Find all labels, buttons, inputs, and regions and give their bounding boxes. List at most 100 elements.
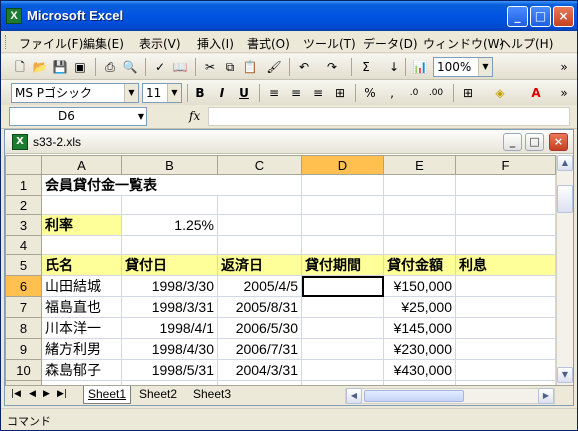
cell[interactable]: ¥430,000 [383, 359, 456, 381]
cell[interactable]: 福島直也 [41, 296, 122, 318]
row-header[interactable]: 8 [5, 317, 42, 339]
zoom-select[interactable]: 100% ▼ [433, 57, 493, 77]
cell[interactable] [121, 195, 218, 215]
horizontal-scroll-thumb[interactable] [364, 390, 464, 402]
align-left-icon[interactable]: ≡ [265, 84, 283, 102]
column-header[interactable]: E [383, 155, 456, 175]
chevron-down-icon[interactable]: ▼ [124, 84, 138, 102]
align-center-icon[interactable]: ≡ [287, 84, 305, 102]
chart-wizard-icon[interactable]: 📊 [411, 58, 429, 76]
cell[interactable] [455, 195, 556, 215]
vertical-scrollbar[interactable]: ▲ ▼ [556, 155, 573, 385]
percent-style-icon[interactable]: % [361, 84, 379, 102]
borders-icon[interactable]: ⊞ [459, 84, 477, 102]
comma-style-icon[interactable]: , [383, 84, 401, 102]
vertical-scroll-thumb[interactable] [557, 185, 573, 213]
cell[interactable]: ¥145,000 [383, 317, 456, 339]
row-header[interactable]: 3 [5, 214, 42, 236]
header-cell[interactable]: 利息 [455, 254, 556, 276]
scroll-up-icon[interactable]: ▲ [557, 155, 573, 171]
merge-center-icon[interactable]: ⊞ [331, 84, 349, 102]
worksheet-grid[interactable]: A B C D E F 1 会員貸付金一覧表 2 3 利率 1.25% 4 5 … [5, 155, 557, 385]
autosum-icon[interactable]: Σ [357, 58, 375, 76]
cell[interactable] [383, 214, 456, 236]
row-header-selected[interactable]: 6 [5, 275, 42, 297]
header-cell[interactable]: 氏名 [41, 254, 122, 276]
underline-icon[interactable]: U [235, 84, 253, 102]
select-all-corner[interactable] [5, 155, 42, 175]
italic-icon[interactable]: I [213, 84, 231, 102]
header-cell[interactable]: 返済日 [217, 254, 302, 276]
cell[interactable]: ¥230,000 [383, 338, 456, 360]
cell[interactable]: 2004/3/31 [217, 359, 302, 381]
last-sheet-icon[interactable]: ▶| [57, 389, 67, 399]
workbook-title-bar[interactable]: X s33-2.xls _ □ × [5, 130, 573, 154]
next-sheet-icon[interactable]: ▶ [43, 389, 50, 399]
cell[interactable] [301, 235, 384, 255]
print-preview-icon[interactable]: 🔍 [121, 58, 139, 76]
chevron-down-icon[interactable]: ▼ [167, 84, 181, 102]
cell[interactable]: 2005/8/31 [217, 296, 302, 318]
menu-data[interactable]: データ(D) [363, 35, 418, 52]
row-header[interactable]: 10 [5, 359, 42, 381]
name-box[interactable]: D6 ▼ [9, 107, 147, 126]
cell[interactable] [383, 195, 456, 215]
cell[interactable] [301, 296, 384, 318]
cut-icon[interactable]: ✂ [201, 58, 219, 76]
first-sheet-icon[interactable]: |◀ [11, 389, 21, 399]
permission-icon[interactable]: ▣ [71, 58, 89, 76]
workbook-minimize-button[interactable]: _ [503, 133, 522, 151]
active-cell[interactable] [301, 275, 384, 297]
cell[interactable] [455, 235, 556, 255]
menu-edit[interactable]: 編集(E) [83, 35, 124, 52]
cell[interactable]: 1998/3/30 [121, 275, 218, 297]
cell[interactable] [301, 317, 384, 339]
cell[interactable] [301, 174, 384, 196]
cell[interactable]: 2006/5/30 [217, 317, 302, 339]
menu-format[interactable]: 書式(O) [247, 35, 290, 52]
cell[interactable] [301, 338, 384, 360]
row-header[interactable]: 4 [5, 235, 42, 255]
cell[interactable] [455, 317, 556, 339]
font-name-select[interactable]: MS Pゴシック ▼ [11, 83, 139, 103]
scroll-left-icon[interactable]: ◀ [346, 388, 362, 404]
formula-input[interactable] [208, 107, 570, 126]
undo-icon[interactable]: ↶ [295, 58, 313, 76]
sheet-title-cell[interactable]: 会員貸付金一覧表 [41, 174, 302, 196]
redo-icon[interactable]: ↷ [323, 58, 341, 76]
menu-help[interactable]: ヘルプ(H) [499, 35, 553, 52]
font-size-select[interactable]: 11 ▼ [142, 83, 182, 103]
cell[interactable]: 山田結城 [41, 275, 122, 297]
fill-color-icon[interactable]: ◈ [491, 84, 509, 102]
cell[interactable] [217, 195, 302, 215]
print-icon[interactable]: ⎙ [101, 58, 119, 76]
tab-sheet3[interactable]: Sheet3 [189, 386, 235, 404]
close-button[interactable]: × [553, 6, 574, 27]
column-header[interactable]: A [41, 155, 122, 175]
cell[interactable] [455, 338, 556, 360]
cell[interactable] [455, 359, 556, 381]
row-header[interactable]: 7 [5, 296, 42, 318]
cell[interactable]: 1998/4/30 [121, 338, 218, 360]
align-right-icon[interactable]: ≡ [309, 84, 327, 102]
cell[interactable]: 2006/7/31 [217, 338, 302, 360]
menu-tools[interactable]: ツール(T) [303, 35, 356, 52]
cell[interactable]: ¥25,000 [383, 296, 456, 318]
workbook-close-button[interactable]: × [549, 133, 568, 151]
cell[interactable]: 緒方利男 [41, 338, 122, 360]
cell[interactable] [217, 235, 302, 255]
font-color-icon[interactable]: A [527, 84, 545, 102]
scroll-down-icon[interactable]: ▼ [557, 367, 573, 383]
cell[interactable]: 川本洋一 [41, 317, 122, 339]
column-header[interactable]: F [455, 155, 556, 175]
cell[interactable]: 2005/4/5 [217, 275, 302, 297]
title-bar[interactable]: X Microsoft Excel _ □ × [1, 1, 577, 31]
menu-window[interactable]: ウィンドウ(W) [423, 35, 504, 52]
column-header[interactable]: C [217, 155, 302, 175]
new-icon[interactable]: 🗋 [11, 58, 29, 76]
toolbar-options-icon[interactable]: » [555, 84, 573, 102]
bold-icon[interactable]: B [191, 84, 209, 102]
research-icon[interactable]: 📖 [171, 58, 189, 76]
cell[interactable] [455, 214, 556, 236]
minimize-button[interactable]: _ [507, 6, 528, 27]
